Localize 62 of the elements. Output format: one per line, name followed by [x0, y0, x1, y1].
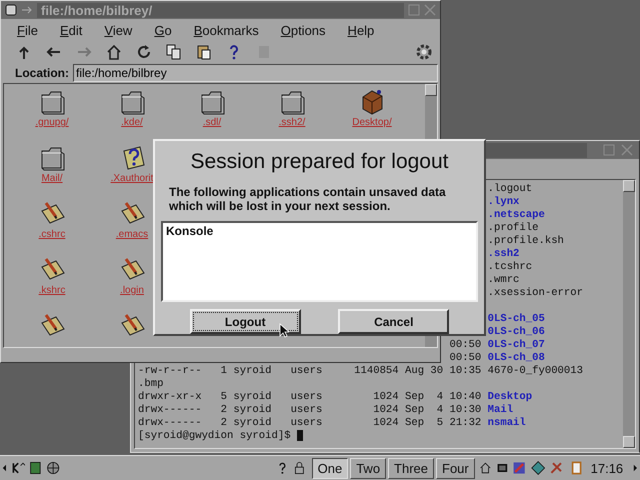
file-name: .xsession-error — [488, 287, 583, 300]
copy-icon[interactable] — [165, 43, 183, 61]
directory-name: 0LS-ch_06 — [488, 326, 545, 339]
text-cursor — [296, 430, 303, 441]
location-field[interactable]: file:/home/bilbrey — [73, 64, 438, 82]
location-label: Location: — [15, 66, 69, 80]
dialog-title: Session prepared for logout — [190, 150, 450, 175]
file-name: 4670-0_fy000013 — [488, 365, 583, 378]
file-details: drwx------ 2 syroid users 1024 Sep 5 21:32 — [138, 417, 482, 430]
file-name: .profile.ksh — [488, 235, 564, 248]
home-icon[interactable] — [105, 43, 123, 61]
menu-item[interactable]: View — [104, 22, 132, 38]
desktop-button[interactable]: Two — [350, 458, 386, 478]
notepad-icon[interactable] — [571, 459, 583, 477]
globe-icon[interactable] — [46, 459, 60, 477]
directory-name: nsmail — [488, 417, 526, 430]
paste-icon[interactable] — [195, 43, 213, 61]
mouse-pointer-icon — [279, 323, 289, 338]
gear-icon[interactable] — [414, 42, 434, 62]
left-arrow-icon[interactable] — [2, 463, 7, 473]
directory-name: .lynx — [488, 196, 520, 209]
file-details: drwxr-xr-x 5 syroid users 1024 Sep 4 10:40 — [138, 391, 482, 404]
desktop-button[interactable]: Four — [436, 458, 475, 478]
window-menu-icon[interactable] — [5, 4, 17, 16]
diamond-icon[interactable] — [530, 459, 546, 477]
list-item[interactable]: Konsole — [166, 224, 473, 238]
right-arrow-icon[interactable] — [633, 463, 638, 473]
cancel-button[interactable]: Cancel — [338, 309, 450, 334]
file-name: .wmrc — [488, 274, 520, 287]
reload-icon[interactable] — [135, 43, 153, 61]
logout-button[interactable]: Logout — [190, 309, 301, 334]
file-details: 00:50 — [448, 339, 482, 352]
window-title: file:/home/bilbrey/ — [37, 2, 404, 18]
menu-item[interactable]: File — [17, 22, 38, 38]
file-details: drwx------ 2 syroid users 1024 Sep 4 10:30 — [138, 404, 482, 417]
clock: 17:16 — [590, 460, 624, 476]
directory-name: 0LS-ch_08 — [488, 352, 545, 365]
file-details: -rw-r--r-- 1 syroid users 1140854 Aug 30 10:35 — [138, 365, 482, 378]
lock-icon[interactable] — [292, 459, 306, 477]
file-details: 00:50 — [448, 352, 482, 365]
directory-name: Mail — [488, 404, 514, 417]
menu-item[interactable]: Go — [154, 22, 172, 38]
file-name: .tcshrc — [488, 261, 532, 274]
menu-item[interactable]: Bookmarks — [194, 22, 259, 38]
home-icon[interactable] — [478, 460, 492, 476]
directory-name: .netscape — [488, 209, 545, 222]
directory-name: 0LS-ch_07 — [488, 339, 545, 352]
shell-prompt: [syroid@gwydion syroid]$ — [138, 430, 291, 443]
dialog-message: The following applications contain unsaved data which will be lost in your next session. — [169, 185, 447, 214]
scrollbar[interactable] — [623, 180, 635, 448]
menu-item[interactable]: Options — [280, 22, 326, 38]
file-name: .profile — [488, 222, 538, 235]
file-name: .bmp — [138, 378, 164, 391]
directory-name: 0LS-ch_05 — [488, 313, 545, 326]
directory-name: Desktop — [488, 391, 532, 404]
file-name: .logout — [488, 183, 532, 196]
desktop-button[interactable]: One — [312, 458, 348, 478]
menu-item[interactable]: Edit — [60, 22, 82, 38]
menu-item[interactable]: Help — [348, 22, 374, 38]
book-icon[interactable] — [29, 459, 42, 477]
directory-name: .ssh2 — [488, 248, 520, 261]
desktop-button[interactable]: Three — [388, 458, 434, 478]
